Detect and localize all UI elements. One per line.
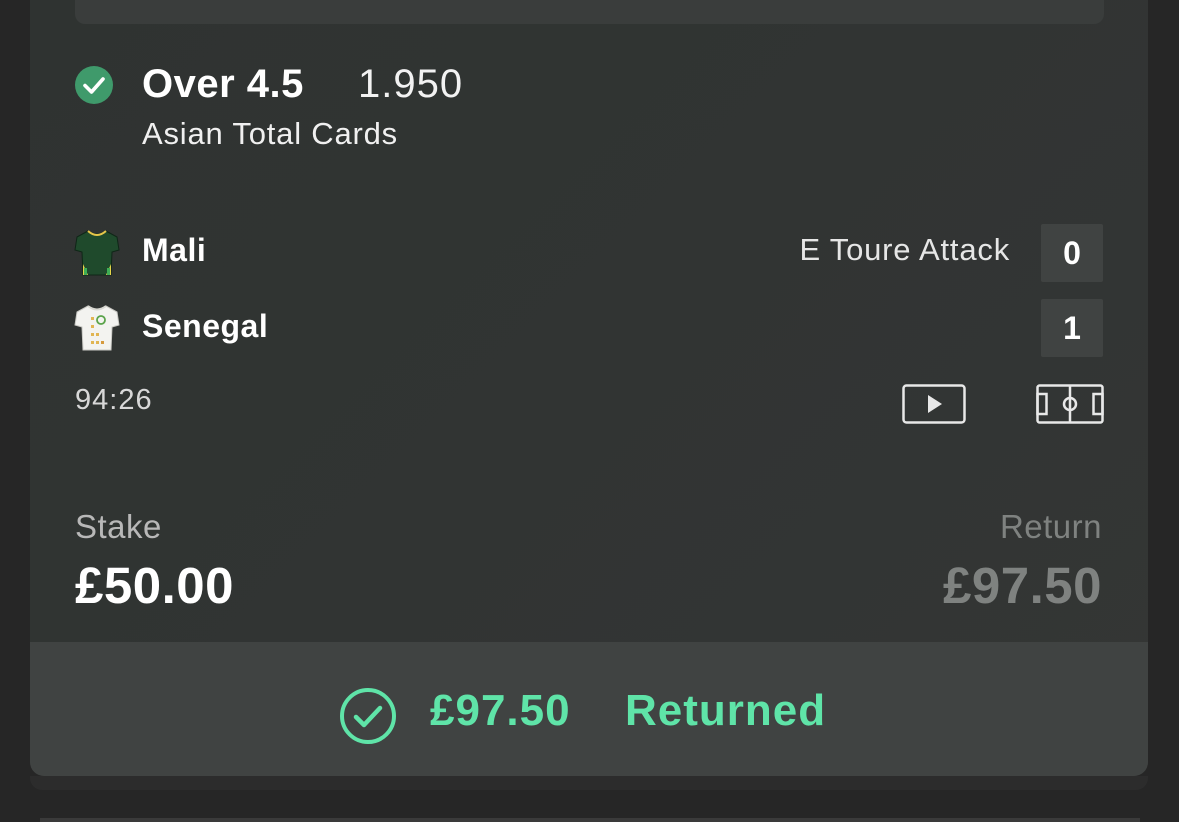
home-score: 0 bbox=[1041, 224, 1103, 282]
check-circle-icon bbox=[338, 686, 398, 751]
play-video-icon[interactable] bbox=[902, 384, 966, 429]
return-label: Return bbox=[999, 508, 1102, 545]
mali-shirt-icon bbox=[74, 228, 120, 278]
senegal-shirt-icon bbox=[74, 303, 120, 353]
check-circle-icon bbox=[75, 66, 113, 104]
previous-section-box bbox=[75, 0, 1104, 24]
return-value: £97.50 bbox=[943, 557, 1102, 614]
selection-odds: 1.950 bbox=[358, 62, 464, 106]
match-pitch-icon[interactable] bbox=[1036, 384, 1104, 429]
match-clock: 94:26 bbox=[75, 384, 153, 416]
market-name: Asian Total Cards bbox=[142, 116, 398, 151]
card-shadow bbox=[30, 776, 1148, 790]
stake-value: £50.00 bbox=[75, 557, 234, 614]
away-score: 1 bbox=[1041, 299, 1103, 357]
away-team-name: Senegal bbox=[142, 308, 269, 344]
live-event-text: E Toure Attack bbox=[799, 232, 1010, 267]
returned-label: Returned bbox=[625, 686, 827, 735]
stake-label: Stake bbox=[75, 508, 162, 545]
returned-banner: £97.50 Returned bbox=[30, 642, 1148, 776]
home-team-name: Mali bbox=[142, 232, 207, 268]
bet-card: Over 4.5 1.950 Asian Total Cards Mali E … bbox=[30, 0, 1148, 776]
selection-name: Over 4.5 bbox=[142, 62, 304, 106]
divider bbox=[40, 818, 1140, 822]
returned-amount: £97.50 bbox=[430, 686, 571, 735]
